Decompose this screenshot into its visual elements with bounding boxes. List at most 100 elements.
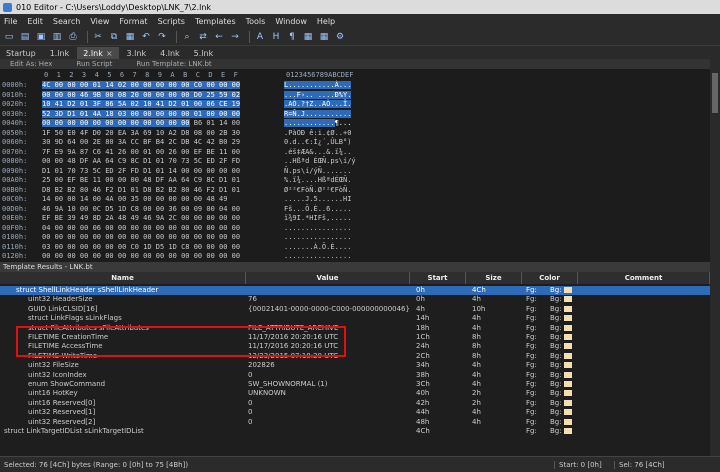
bg-color-swatch[interactable] [563,315,572,322]
menu-item-window[interactable]: Window [275,17,307,26]
tab-1-lnk[interactable]: 1.lnk [44,47,76,59]
paragraph-icon[interactable]: ¶ [286,31,298,43]
template-color-cell[interactable]: Fg: Bg: [522,418,578,427]
hex-text[interactable]: Ø²²€FòÑ.Ø²²€FòÑ. [284,186,351,194]
template-row[interactable]: uint16 Reserved[0] 0 42h 2h Fg: Bg: [0,399,710,408]
run-script-button[interactable]: Run Script [76,60,112,68]
hex-bytes-selected[interactable]: 4C 00 00 00 01 14 02 00 00 00 00 00 C0 0… [42,81,241,89]
hex-text[interactable]: Fš...Õ.È..6..... [284,205,351,213]
hex-row[interactable]: 0030h: 52 3D D1 01 4A 18 03 00 00 00 00 0… [2,109,352,118]
hex-bytes-selected[interactable]: 10 41 D2 01 3F 86 5A 02 10 41 D2 01 00 0… [42,100,241,108]
hex-row[interactable]: 0070h: 7F E9 9A 87 C6 41 26 00 01 00 26 0… [2,148,351,156]
hex-row[interactable]: 00B0h: D8 B2 B2 80 46 F2 D1 01 D8 B2 B2 8… [2,186,351,194]
bg-color-swatch[interactable] [563,287,572,293]
hex-row[interactable]: 00C0h: 14 00 00 14 00 4A 00 35 00 00 00 0… [2,195,351,203]
tab-startup[interactable]: Startup [0,47,42,59]
menu-item-file[interactable]: File [4,17,17,26]
hex-row[interactable]: 0120h: 00 00 00 00 00 00 00 00 00 00 00 0… [2,252,351,260]
hex-row[interactable]: 00F0h: 04 00 00 00 06 00 00 00 00 00 00 0… [2,224,351,232]
cut-icon[interactable]: ✂ [92,31,104,43]
hex-row[interactable]: 00D0h: 46 9A 10 00 0C D5 1D C8 00 00 36 0… [2,205,351,213]
hex-row[interactable]: 0100h: 00 00 00 00 00 00 00 00 00 00 00 0… [2,233,351,241]
hex-scrollbar-thumb[interactable] [712,73,718,113]
template-scrollbar[interactable] [710,262,720,456]
menu-item-templates[interactable]: Templates [195,17,236,26]
hex-text[interactable]: Ñ.ps\í/ýÑ....... [284,167,351,175]
menu-item-search[interactable]: Search [53,17,80,26]
hex-row[interactable]: 0080h: 00 00 48 DF AA 64 C9 8C D1 01 70 7… [2,157,356,165]
hex-editor[interactable]: 0 1 2 3 4 5 6 7 8 9 A B C D E F 01234567… [0,69,710,262]
template-color-cell[interactable]: Fg: Bg: [522,305,578,314]
save-all-icon[interactable]: ▥ [51,31,63,43]
menu-item-tools[interactable]: Tools [246,17,266,26]
hex-text[interactable]: L...........À... [284,81,352,89]
hex-text[interactable]: ..Hßªd ÉŒÑ.ps\í/ý [284,157,356,165]
hex-text[interactable]: .......À.Õ.È.... [284,243,351,251]
hex-bytes[interactable]: 25 00 EF BE 11 00 00 00 48 DF AA 64 C9 8… [42,176,284,184]
hex-bytes-selected[interactable]: 52 3D D1 01 4A 18 03 00 00 00 00 00 01 0… [42,109,241,118]
hex-bytes[interactable]: 7F E9 9A 87 C6 41 26 00 01 00 26 00 EF B… [42,148,284,156]
hex-text[interactable]: .éš‡ÆA&...&.ï¾.. [284,148,351,156]
run-template-button[interactable]: Run Template: LNK.bt [136,60,211,68]
hex-bytes[interactable]: 46 9A 10 00 0C D5 1D C8 00 00 36 00 09 0… [42,205,284,213]
bg-color-swatch[interactable] [563,324,572,331]
template-color-cell[interactable]: Fg: Bg: [522,361,578,370]
hex-icon[interactable]: H [270,31,282,43]
template-color-cell[interactable]: Fg: Bg: [522,371,578,380]
hex-bytes[interactable]: 52 3D D1 01 4A 18 03 00 00 00 00 00 01 0… [42,109,284,118]
hex-row[interactable]: 0060h: 30 9D 64 00 2E 80 3A CC BF B4 2C D… [2,138,351,146]
hex-bytes[interactable]: 4C 00 00 00 01 14 02 00 00 00 00 00 C0 0… [42,81,284,89]
hex-bytes[interactable]: 30 9D 64 00 2E 80 3A CC BF B4 2C DB 4C 4… [42,138,284,146]
hex-bytes[interactable]: 00 00 00 46 9B 00 08 20 00 00 00 00 D0 2… [42,90,284,99]
template-row[interactable]: uint32 Reserved[1] 0 44h 4h Fg: Bg: [0,408,710,417]
template-color-cell[interactable]: Fg: Bg: [522,324,578,333]
template-row[interactable]: struct ShellLinkHeader sShellLinkHeader 0… [0,286,710,295]
hex-row[interactable]: 0090h: D1 01 70 73 5C ED 2F FD D1 01 14 0… [2,167,351,175]
tab-5-lnk[interactable]: 5.lnk [188,47,220,59]
template-row[interactable]: struct LinkFlags sLinkFlags 14h 4h Fg: Bg: [0,314,710,323]
open-icon[interactable]: ▤ [19,31,31,43]
bg-color-swatch[interactable] [563,343,572,350]
column-size[interactable]: Size [466,272,522,284]
hex-row[interactable]: 00E0h: EF BE 39 49 8D 2A 48 49 46 9A 2C 0… [2,214,351,222]
hex-bytes[interactable]: D1 01 70 73 5C ED 2F FD D1 01 14 00 00 0… [42,167,284,175]
print-icon[interactable]: ⎙ [67,31,79,43]
hex-row[interactable]: 0020h: 10 41 D2 01 3F 86 5A 02 10 41 D2 0… [2,100,352,108]
bg-color-swatch[interactable] [563,371,572,378]
hex-bytes[interactable]: 04 00 00 00 06 00 00 00 00 00 00 00 00 0… [42,224,284,232]
bg-color-swatch[interactable] [563,334,572,340]
hex-bytes[interactable]: 00 00 48 DF AA 64 C9 8C D1 01 70 73 5C E… [42,157,284,165]
close-icon[interactable]: × [106,49,113,58]
template-color-cell[interactable]: Fg: Bg: [522,314,578,323]
find-icon[interactable]: ⌕ [181,31,193,43]
hex-text[interactable]: ................ [284,233,351,241]
template-row[interactable]: uint32 IconIndex 0 38h 4h Fg: Bg: [0,371,710,380]
hex-text[interactable]: 0.d..€:Ì¿´,ÛLB°) [284,138,351,146]
hex-bytes[interactable]: 00 00 00 00 00 00 00 00 00 00 00 00 B6 0… [42,119,284,127]
bg-color-swatch[interactable] [563,428,572,434]
hex-row[interactable]: 0110h: 03 00 00 00 00 00 00 C0 1D D5 1D C… [2,243,351,251]
column-comment[interactable]: Comment [578,272,710,284]
bg-color-swatch[interactable] [563,305,572,312]
hex-bytes-selected[interactable]: 00 00 00 00 00 00 00 00 00 00 00 00 [42,119,190,127]
hex-text[interactable]: .AÒ.?†Z..AÒ...Î. [284,100,352,108]
save-icon[interactable]: ▣ [35,31,47,43]
menu-item-format[interactable]: Format [119,17,147,26]
new-icon[interactable]: ▭ [3,31,15,43]
hex-text[interactable]: ...F›.. ....Ð%Y. [284,90,352,99]
template-row[interactable]: uint16 HotKey UNKNOWN 40h 2h Fg: Bg: [0,389,710,398]
hex-row[interactable]: 00A0h: 25 00 EF BE 11 00 00 00 48 DF AA 6… [2,176,351,184]
template-color-cell[interactable]: Fg: Bg: [522,408,578,417]
bg-color-swatch[interactable] [563,399,572,406]
bg-color-swatch[interactable] [563,409,572,416]
hex-text[interactable]: ............¶... [284,119,352,127]
template-color-cell[interactable]: Fg: Bg: [522,427,578,436]
hex-row[interactable]: 0050h: 1F 50 E0 4F D0 20 EA 3A 69 10 A2 D… [2,129,351,137]
template-color-cell[interactable]: Fg: Bg: [522,352,578,361]
hex-row[interactable]: 0040h: 00 00 00 00 00 00 00 00 00 00 00 0… [2,119,352,127]
go-forward-icon[interactable]: → [229,31,241,43]
hex-text-unselected[interactable]: ¶... [334,119,352,127]
template-color-cell[interactable]: Fg: Bg: [522,286,578,295]
hex-text[interactable]: ................ [284,252,351,260]
bg-color-swatch[interactable] [563,381,572,387]
